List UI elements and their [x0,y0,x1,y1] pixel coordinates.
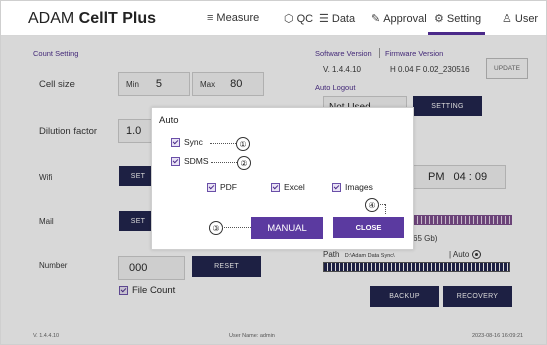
menu-icon: ≡ [207,12,214,24]
pdf-checkbox[interactable]: PDF [207,182,237,192]
callout-leader [210,143,236,144]
manual-button[interactable]: MANUAL [251,217,323,239]
dialog-title: Auto [159,115,179,126]
shield-icon: ⬡ [284,13,294,25]
nav-measure[interactable]: ≡ Measure [207,12,259,24]
callout-3: ③ [209,221,223,235]
checkbox-checked-icon [207,182,216,192]
sdms-checkbox[interactable]: SDMS [171,156,209,166]
images-checkbox[interactable]: Images [332,182,373,192]
nav-approval[interactable]: ✎ Approval [371,12,427,26]
callout-leader [378,204,385,205]
top-bar: ADAM CellT Plus ≡ Measure ⬡ QC ☰ Data ✎ … [1,1,546,36]
nav-user[interactable]: ♙ User [502,12,538,26]
callout-1: ① [236,137,250,151]
callout-leader [385,204,386,214]
footer-user: User Name: admin [229,333,275,339]
nav-qc[interactable]: ⬡ QC [284,12,313,26]
user-icon: ♙ [502,13,512,25]
callout-2: ② [237,156,251,170]
checkbox-checked-icon [171,137,180,147]
nav-data[interactable]: ☰ Data [319,12,355,26]
approval-icon: ✎ [371,13,381,25]
active-tab-indicator [428,32,485,35]
excel-checkbox[interactable]: Excel [271,182,305,192]
callout-leader [222,227,251,228]
sync-checkbox[interactable]: Sync [171,137,203,147]
callout-leader [211,162,237,163]
checkbox-checked-icon [171,156,180,166]
auto-dialog: Auto Sync ① SDMS ② PDF Excel Images ③ MA… [151,107,414,250]
checkbox-checked-icon [271,182,280,192]
nav-setting[interactable]: ⚙ Setting [434,12,481,26]
list-icon: ☰ [319,13,329,25]
footer-datetime: 2023-08-16 16:09:21 [472,333,524,339]
callout-4: ④ [365,198,379,212]
footer-version: V. 1.4.4.10 [33,333,60,339]
gear-icon: ⚙ [434,13,444,25]
app-title: ADAM CellT Plus [28,10,157,27]
checkbox-checked-icon [332,182,341,192]
close-button[interactable]: CLOSE [333,217,404,238]
